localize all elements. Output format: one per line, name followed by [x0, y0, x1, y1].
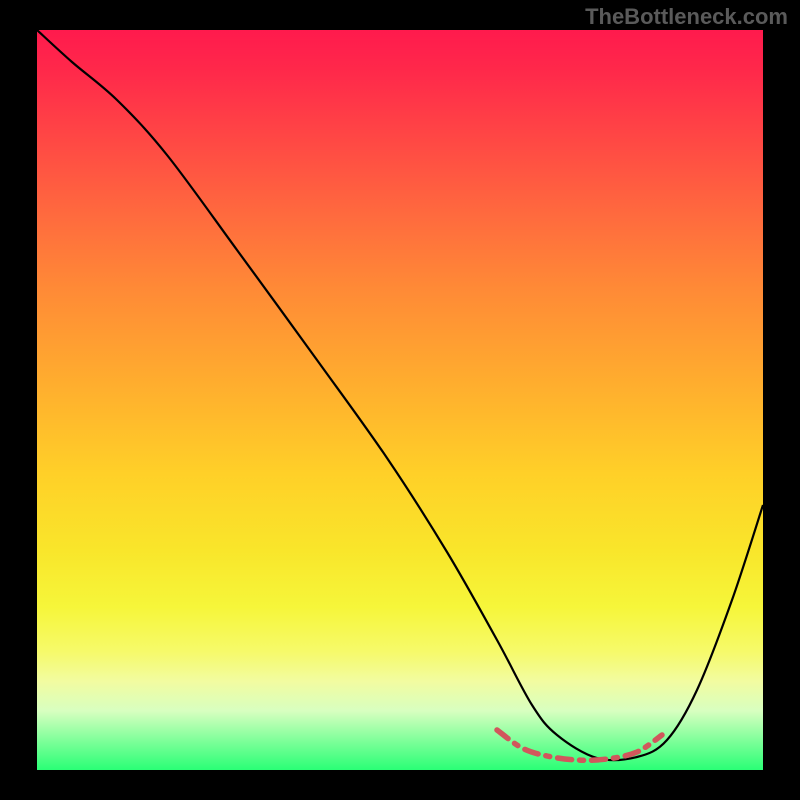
chart-svg [37, 30, 763, 770]
watermark-text: TheBottleneck.com [585, 4, 788, 30]
bottleneck-curve [37, 30, 763, 760]
optimal-band-marker [497, 730, 662, 760]
chart-plot-area [37, 30, 763, 770]
